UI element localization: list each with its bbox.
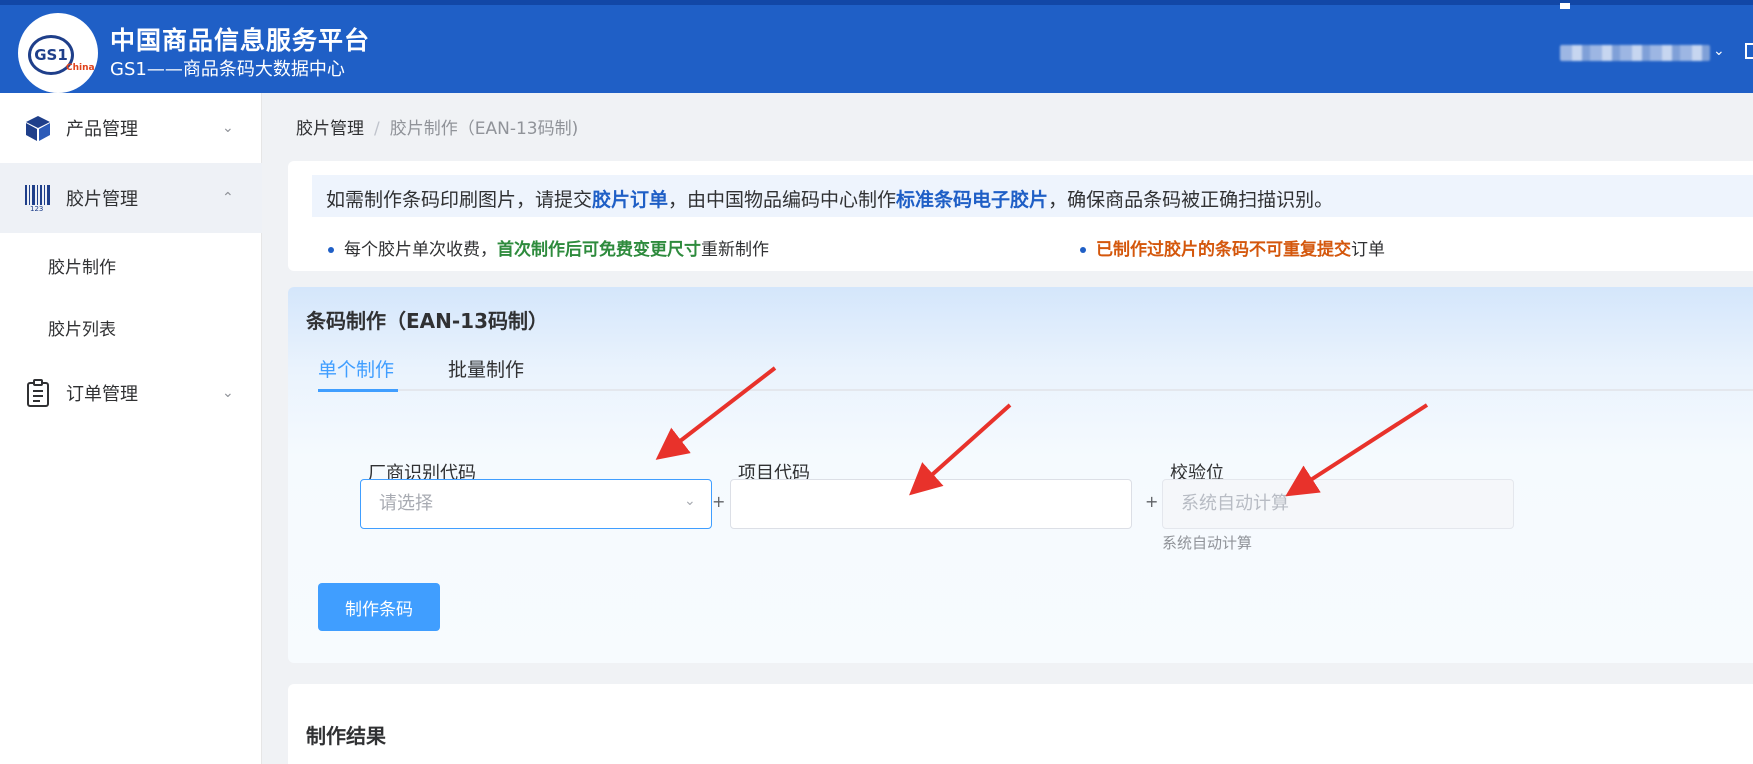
check-digit-input: 系统自动计算 <box>1162 479 1514 529</box>
sidebar-item-label: 订单管理 <box>66 384 138 405</box>
result-card: 制作结果 <box>288 684 1753 764</box>
tabs: 单个制作 批量制作 <box>318 355 1753 392</box>
sidebar-item-film-management[interactable]: 123 胶片管理 ⌃ <box>0 163 262 233</box>
barcode-icon: 123 <box>25 185 50 212</box>
sidebar: 产品管理 ⌄ 123 胶片管理 ⌃ 胶片制作 胶片列表 订单管理 ⌄ <box>0 93 262 764</box>
header-edge-mark <box>1560 3 1570 9</box>
chevron-down-icon[interactable]: ⌄ <box>1713 43 1725 59</box>
sidebar-item-order-management[interactable]: 订单管理 ⌄ <box>0 358 262 428</box>
box-icon <box>26 116 50 141</box>
sidebar-item-label: 产品管理 <box>66 119 138 140</box>
notice-text-part: ，由中国物品编码中心制作 <box>668 189 897 211</box>
sidebar-item-product-management[interactable]: 产品管理 ⌄ <box>0 93 262 163</box>
form-title: 条码制作（EAN-13码制） <box>306 309 549 333</box>
make-barcode-button[interactable]: 制作条码 <box>318 583 440 631</box>
breadcrumb-current: 胶片制作（EAN-13码制) <box>389 119 579 139</box>
sidebar-subitem-film-making[interactable]: 胶片制作 <box>48 253 116 278</box>
gs1-logo: GS1 China <box>18 13 98 93</box>
bullet-highlight: 首次制作后可免费变更尺寸 <box>497 240 701 260</box>
svg-text:123: 123 <box>30 205 43 212</box>
tab-single[interactable]: 单个制作 <box>318 355 394 382</box>
active-tab-indicator <box>318 389 398 392</box>
check-digit-hint: 系统自动计算 <box>1162 534 1253 552</box>
platform-title: 中国商品信息服务平台 <box>110 26 371 55</box>
plus-sign: + <box>1145 492 1159 511</box>
sidebar-subitem-film-list[interactable]: 胶片列表 <box>48 315 116 340</box>
notice-highlight-standard-film: 标准条码电子胶片 <box>896 189 1049 211</box>
item-code-input[interactable] <box>730 479 1132 529</box>
bullet-text: 每个胶片单次收费， <box>344 240 497 260</box>
notice-bullet-fee: 每个胶片单次收费，首次制作后可免费变更尺寸重新制作 <box>328 235 769 260</box>
logo-region-text: China <box>66 63 95 73</box>
chevron-down-icon: ⌄ <box>684 493 696 509</box>
breadcrumb-separator: / <box>374 119 380 139</box>
chevron-down-icon: ⌄ <box>222 120 234 136</box>
plus-sign: + <box>712 492 726 511</box>
bullet-dot <box>328 247 334 253</box>
bullet-highlight: 已制作过胶片的条码不可重复提交 <box>1096 240 1351 260</box>
top-header: GS1 China 中国商品信息服务平台 GS1——商品条码大数据中心 ⌄ <box>0 0 1753 93</box>
user-name-blurred[interactable] <box>1560 45 1710 61</box>
bullet-dot <box>1080 247 1086 253</box>
notice-text-part: ，确保商品条码被正确扫描识别。 <box>1048 189 1334 211</box>
tab-batch[interactable]: 批量制作 <box>448 355 524 382</box>
notice-bullet-no-repeat: 已制作过胶片的条码不可重复提交订单 <box>1080 235 1385 260</box>
notice-text-part: 如需制作条码印刷图片，请提交 <box>326 189 593 211</box>
breadcrumb-parent[interactable]: 胶片管理 <box>296 119 364 139</box>
bullet-text: 重新制作 <box>701 240 769 260</box>
exit-icon[interactable] <box>1745 43 1753 59</box>
clipboard-icon <box>27 379 49 407</box>
notice-highlight-film-order: 胶片订单 <box>592 189 669 211</box>
sidebar-item-label: 胶片管理 <box>66 189 138 210</box>
notice-card: 如需制作条码印刷图片，请提交胶片订单，由中国物品编码中心制作标准条码电子胶片，确… <box>288 161 1753 271</box>
chevron-down-icon: ⌄ <box>222 385 234 401</box>
notice-text: 如需制作条码印刷图片，请提交胶片订单，由中国物品编码中心制作标准条码电子胶片，确… <box>326 185 1333 212</box>
manufacturer-code-select[interactable]: 请选择 <box>360 479 712 529</box>
bullet-text: 订单 <box>1351 240 1385 260</box>
barcode-form-card: 条码制作（EAN-13码制） 单个制作 批量制作 厂商识别代码 请选择 ⌄ + … <box>288 287 1753 663</box>
result-title: 制作结果 <box>306 724 386 748</box>
chevron-up-icon: ⌃ <box>222 190 234 206</box>
breadcrumb: 胶片管理 / 胶片制作（EAN-13码制) <box>296 114 578 139</box>
platform-subtitle: GS1——商品条码大数据中心 <box>110 59 345 80</box>
